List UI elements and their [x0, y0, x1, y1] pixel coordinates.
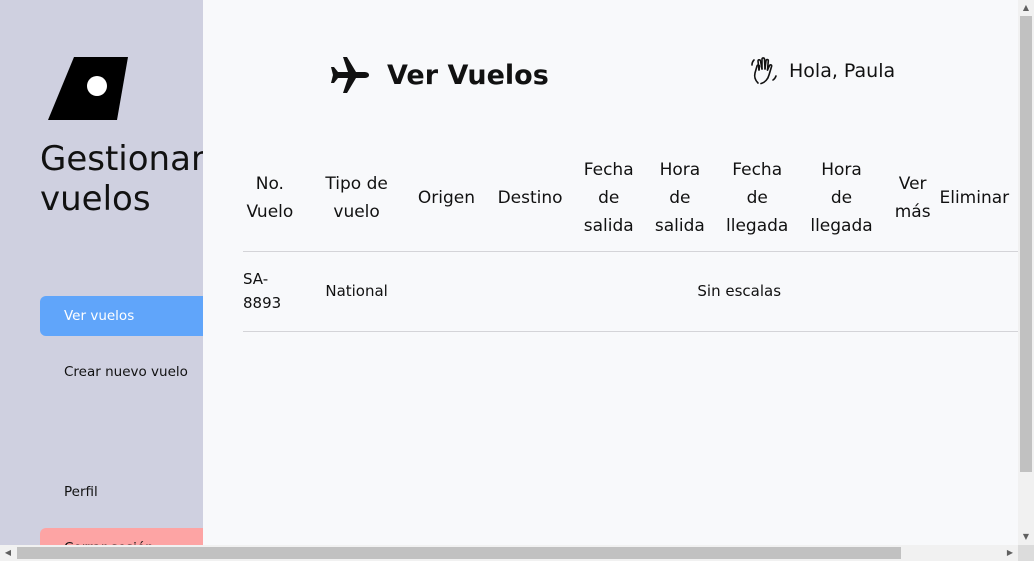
col-fecha-llegada: Fecha de llegada: [726, 159, 789, 236]
cell-no-vuelo: SA- 8893: [243, 270, 282, 312]
user-greeting: Hola, Paula: [749, 56, 895, 86]
vertical-scrollbar[interactable]: ▲ ▼: [1018, 0, 1034, 545]
page-header: Ver Vuelos: [329, 54, 549, 96]
col-hora-llegada: Hora de llegada: [810, 159, 873, 236]
table-header-row: No. Vuelo Tipo de vuelo Origen Destino Fec…: [243, 145, 1018, 251]
sidebar-title-line2: vuelos: [40, 179, 151, 219]
cell-tipo-vuelo: National: [325, 282, 388, 300]
horizontal-scrollbar[interactable]: ◀ ▶: [0, 545, 1034, 561]
scroll-right-arrow-icon[interactable]: ▶: [1002, 545, 1018, 561]
col-destino: Destino: [497, 187, 563, 208]
cell-eliminar[interactable]: [931, 251, 1018, 331]
scroll-up-arrow-icon[interactable]: ▲: [1018, 0, 1034, 16]
cell-destino: [476, 251, 583, 331]
plane-tail-logo-icon: [48, 57, 128, 120]
greeting-text: Hola, Paula: [789, 60, 896, 82]
col-tipo-vuelo: Tipo de vuelo: [325, 173, 388, 222]
scroll-down-arrow-icon[interactable]: ▼: [1018, 529, 1034, 545]
cell-escalas: Sin escalas: [697, 282, 782, 300]
nav-cerrar-sesion[interactable]: Cerrar sesión: [40, 528, 203, 545]
waving-hand-icon: [751, 57, 777, 85]
col-ver-mas: Ver más: [894, 173, 931, 222]
col-origen: Origen: [417, 187, 475, 208]
scrollbar-corner: [1018, 545, 1034, 561]
col-no-vuelo: No. Vuelo: [246, 173, 294, 222]
main-content: Ver Vuelos Hola, Paula No. Vuelo Tipo de v…: [203, 0, 1018, 545]
col-fecha-salida: Fecha de salida: [583, 159, 634, 236]
cell-origen: [417, 251, 477, 331]
cell-ver-mas[interactable]: [895, 251, 931, 331]
sidebar-title-line1: Gestionar: [40, 139, 203, 179]
sidebar: Gestionar vuelos Ver vuelos Crear nuevo …: [0, 0, 203, 545]
col-eliminar: Eliminar: [939, 187, 1010, 208]
airplane-icon: [331, 57, 369, 93]
nav-ver-vuelos[interactable]: Ver vuelos: [40, 296, 203, 336]
table-row[interactable]: SA- 8893 National Sin escalas: [243, 251, 1018, 331]
page-title: Ver Vuelos: [387, 59, 549, 91]
vertical-scroll-thumb[interactable]: [1020, 16, 1032, 472]
sidebar-title: Gestionar vuelos: [40, 139, 203, 219]
col-hora-salida: Hora de salida: [654, 159, 705, 236]
nav-crear-nuevo-vuelo[interactable]: Crear nuevo vuelo: [40, 352, 203, 392]
horizontal-scroll-thumb[interactable]: [17, 547, 901, 559]
flights-table: No. Vuelo Tipo de vuelo Origen Destino Fec…: [243, 145, 1018, 332]
scroll-left-arrow-icon[interactable]: ◀: [0, 545, 16, 561]
nav-perfil[interactable]: Perfil: [40, 472, 203, 512]
